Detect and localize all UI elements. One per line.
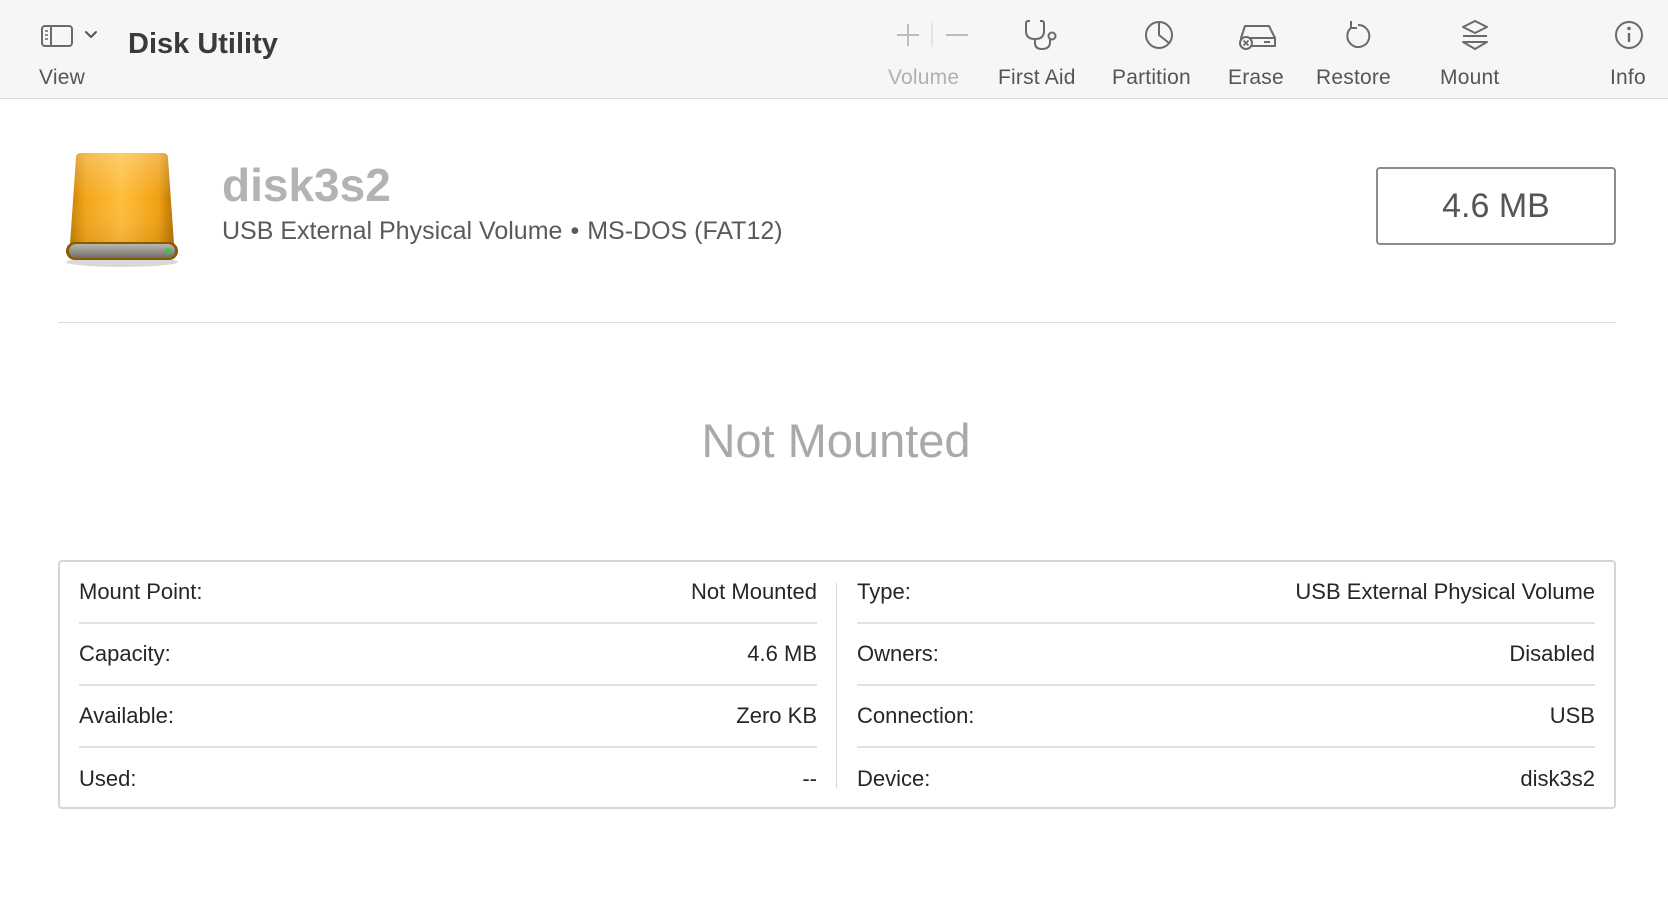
first-aid-label: First Aid (998, 66, 1076, 89)
info-value: Zero KB (736, 703, 817, 728)
partition-label: Partition (1112, 66, 1191, 89)
column-divider (836, 583, 837, 788)
info-key: Device: (857, 766, 931, 791)
erase-button[interactable]: Erase (1228, 0, 1292, 99)
external-drive-icon (62, 150, 182, 272)
pie-chart-icon (1139, 17, 1179, 53)
info-label: Info (1610, 66, 1646, 89)
info-value: disk3s2 (1520, 766, 1595, 791)
info-icon (1612, 17, 1646, 53)
restore-button[interactable]: Restore (1316, 0, 1398, 99)
volume-button[interactable]: Volume (880, 0, 976, 99)
separator-dot: • (570, 217, 580, 245)
info-row-connection: Connection: USB (857, 686, 1595, 748)
app-title: Disk Utility (128, 28, 278, 60)
info-key: Owners: (857, 641, 939, 666)
volume-type: USB External Physical Volume (222, 217, 563, 245)
mount-state-message: Not Mounted (701, 414, 971, 467)
toolbar: View Disk Utility Volume First Aid Parti… (0, 0, 1668, 99)
info-row-mount-point: Mount Point: Not Mounted (79, 562, 817, 624)
erase-label: Erase (1228, 66, 1284, 89)
erase-drive-icon (1236, 17, 1280, 53)
info-row-device: Device: disk3s2 (857, 748, 1595, 810)
info-row-type: Type: USB External Physical Volume (857, 562, 1595, 624)
info-value: Disabled (1509, 641, 1595, 666)
volume-size-badge: 4.6 MB (1376, 167, 1616, 245)
info-value: Not Mounted (691, 579, 817, 604)
info-key: Capacity: (79, 641, 171, 666)
volume-label: Volume (888, 66, 960, 89)
info-value: 4.6 MB (747, 641, 817, 666)
partition-button[interactable]: Partition (1112, 0, 1204, 99)
volume-info-table: Mount Point: Not Mounted Capacity: 4.6 M… (58, 560, 1616, 809)
view-label: View (39, 66, 85, 89)
info-key: Mount Point: (79, 579, 203, 604)
mount-icon (1457, 17, 1493, 53)
view-button[interactable]: View (30, 0, 130, 99)
mount-button[interactable]: Mount (1440, 0, 1510, 99)
info-row-owners: Owners: Disabled (857, 624, 1595, 686)
volume-icons (888, 17, 968, 53)
info-key: Used: (79, 766, 137, 791)
info-column-left: Mount Point: Not Mounted Capacity: 4.6 M… (79, 562, 817, 810)
restore-label: Restore (1316, 66, 1391, 89)
first-aid-button[interactable]: First Aid (996, 0, 1088, 99)
sidebar-toggle-icon[interactable] (36, 17, 100, 53)
add-volume-icon[interactable] (897, 24, 919, 46)
info-value: USB (1549, 703, 1595, 728)
info-key: Available: (79, 703, 174, 728)
info-key: Connection: (857, 703, 975, 728)
volume-format: MS-DOS (FAT12) (587, 217, 783, 245)
mount-label: Mount (1440, 66, 1500, 89)
volume-name: disk3s2 (222, 159, 391, 211)
info-value: -- (802, 766, 817, 791)
restore-arrow-icon (1340, 17, 1374, 53)
volume-description: USB External Physical Volume • MS-DOS (FAT… (222, 217, 783, 246)
section-divider (58, 322, 1616, 323)
info-row-capacity: Capacity: 4.6 MB (79, 624, 817, 686)
info-key: Type: (857, 579, 911, 604)
info-row-available: Available: Zero KB (79, 686, 817, 748)
info-row-used: Used: -- (79, 748, 817, 810)
info-column-right: Type: USB External Physical Volume Owner… (857, 562, 1595, 810)
info-button[interactable]: Info (1608, 0, 1652, 99)
info-value: USB External Physical Volume (1295, 579, 1595, 604)
stethoscope-icon (1020, 17, 1064, 53)
